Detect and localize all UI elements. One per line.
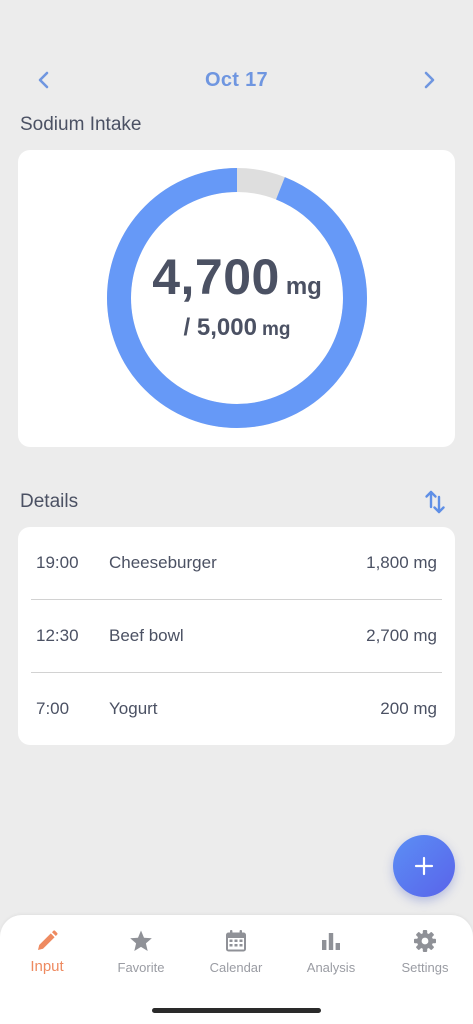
intake-title: Sodium Intake	[20, 114, 142, 135]
list-item[interactable]: 19:00 Cheeseburger 1,800 mg	[18, 527, 455, 599]
entry-amount: 1,800 mg	[366, 553, 437, 572]
next-day-button[interactable]	[415, 66, 443, 94]
home-indicator[interactable]	[152, 1008, 321, 1013]
calendar-icon	[226, 930, 246, 952]
entry-time: 7:00	[36, 699, 70, 718]
tab-analysis[interactable]: Analysis	[284, 929, 378, 985]
details-title: Details	[20, 491, 79, 512]
intake-readout: 4,700 mg / 5,000 mg	[104, 165, 370, 431]
gear-icon	[414, 930, 436, 952]
previous-day-button[interactable]	[30, 66, 58, 94]
intake-card: 4,700 mg / 5,000 mg	[18, 150, 455, 447]
plus-icon	[414, 856, 434, 876]
intake-limit: / 5,000	[183, 314, 257, 341]
date-navigation: Oct 17	[0, 60, 473, 100]
entry-food: Cheeseburger	[109, 553, 217, 572]
sort-arrows-icon	[425, 490, 445, 514]
add-entry-button[interactable]	[393, 835, 455, 897]
entry-time: 19:00	[36, 553, 79, 572]
chevron-right-icon	[424, 71, 435, 89]
tab-label: Analysis	[306, 960, 356, 975]
tab-label: Calendar	[209, 960, 263, 975]
list-item[interactable]: 7:00 Yogurt 200 mg	[18, 673, 455, 745]
entry-food: Yogurt	[109, 699, 158, 718]
list-item[interactable]: 12:30 Beef bowl 2,700 mg	[18, 600, 455, 672]
chevron-left-icon	[38, 71, 49, 89]
entry-time: 12:30	[36, 626, 79, 645]
tab-label: Settings	[401, 960, 449, 975]
tab-favorite[interactable]: Favorite	[94, 929, 188, 985]
bar-chart-icon	[322, 933, 340, 950]
tab-settings[interactable]: Settings	[378, 929, 472, 985]
tab-input[interactable]: Input	[0, 929, 94, 985]
intake-value: 4,700	[152, 249, 280, 305]
entry-amount: 200 mg	[380, 699, 437, 718]
current-date[interactable]: Oct 17	[205, 69, 268, 92]
intake-limit-unit: mg	[261, 319, 291, 340]
entry-amount: 2,700 mg	[366, 626, 437, 645]
tab-calendar[interactable]: Calendar	[189, 929, 283, 985]
intake-gauge: 4,700 mg / 5,000 mg	[104, 165, 370, 431]
pencil-icon	[38, 930, 58, 950]
sort-button[interactable]	[421, 488, 449, 516]
intake-unit: mg	[285, 273, 322, 300]
star-icon	[130, 930, 152, 951]
details-list: 19:00 Cheeseburger 1,800 mg 12:30 Beef b…	[18, 527, 455, 745]
tab-label: Favorite	[117, 960, 165, 975]
tab-label: Input	[30, 958, 64, 975]
entry-food: Beef bowl	[109, 626, 184, 645]
